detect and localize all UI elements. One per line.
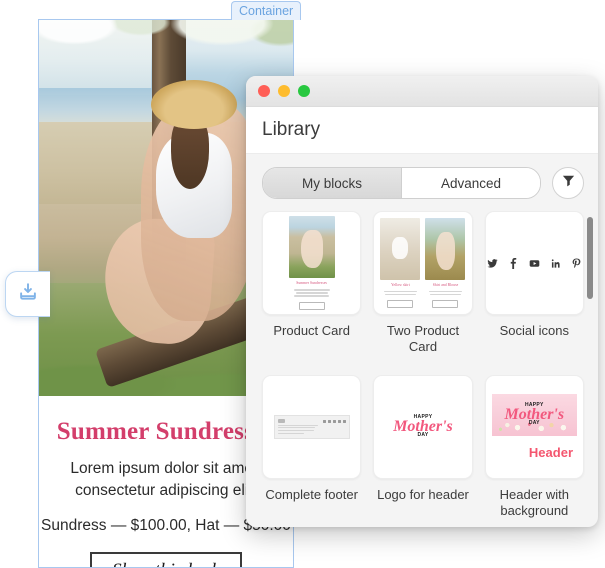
mini-product-right: Shirt and Blouse <box>425 218 466 308</box>
mini-text-lines <box>427 289 463 297</box>
page-title: Library <box>262 119 321 140</box>
header-word-label: Header <box>528 444 573 460</box>
block-item-product-card[interactable]: Summer Sundresses Product Card <box>262 211 362 367</box>
block-thumbnail[interactable] <box>262 374 362 479</box>
zoom-button[interactable] <box>298 85 310 97</box>
block-thumbnail[interactable]: HAPPY Mother's DAY <box>373 374 473 479</box>
mini-footer-social <box>322 419 346 435</box>
facebook-icon <box>508 257 519 269</box>
mini-text-lines <box>382 289 418 297</box>
block-thumbnail[interactable]: HAPPY Mother's DAY Header <box>484 374 584 479</box>
mini-photo <box>380 218 421 281</box>
linkedin-icon <box>550 258 561 269</box>
mini-heading: Shirt and Blouse <box>432 283 459 288</box>
mini-cta <box>298 301 325 310</box>
mini-footer-text <box>277 418 320 435</box>
block-item-complete-footer[interactable]: Complete footer <box>262 374 362 528</box>
block-label: Complete footer <box>265 486 358 502</box>
blocks-scroll-area[interactable]: Summer Sundresses Product Card Yellow sk… <box>246 211 598 527</box>
block-item-two-product-card[interactable]: Yellow skirt Shirt and Blouse Two Produc… <box>373 211 473 367</box>
block-label: Product Card <box>273 323 350 338</box>
mini-heading: Yellow skirt <box>391 283 410 288</box>
close-button[interactable] <box>258 85 270 97</box>
container-selection-tag[interactable]: Container <box>231 1 302 20</box>
youtube-icon <box>529 258 540 269</box>
mini-cta <box>387 299 414 308</box>
block-label: Header with background <box>499 486 570 518</box>
download-icon <box>17 281 39 308</box>
block-label: Logo for header <box>377 486 469 502</box>
mini-model-shape <box>300 230 323 269</box>
tab-advanced[interactable]: Advanced <box>402 168 540 198</box>
photo-foliage <box>39 20 293 81</box>
mini-footer-logo <box>277 418 285 423</box>
photo-lake <box>39 87 166 126</box>
mini-header-banner: HAPPY Mother's DAY <box>491 393 577 436</box>
block-label: Social icons <box>499 323 570 338</box>
block-label: Two Product Card <box>386 323 460 355</box>
block-item-header-with-background[interactable]: HAPPY Mother's DAY Header Header with ba… <box>484 374 584 528</box>
blocks-grid: Summer Sundresses Product Card Yellow sk… <box>262 211 584 527</box>
mini-model-shape <box>392 236 409 259</box>
mini-cta <box>432 299 459 308</box>
pinterest-icon <box>571 257 582 269</box>
twitter-icon <box>487 258 498 269</box>
filter-button[interactable] <box>552 167 584 199</box>
scrollbar-thumb[interactable] <box>587 217 593 299</box>
mothers-day-logo: HAPPY Mother's DAY <box>393 415 453 438</box>
mini-model-shape <box>435 231 456 271</box>
shop-this-look-button[interactable]: Shop this look <box>90 551 242 567</box>
filter-funnel-icon <box>561 173 576 193</box>
library-toolbar: My blocks Advanced <box>246 154 598 211</box>
mini-text-lines <box>292 287 332 298</box>
library-window: Library My blocks Advanced Summer Sundre… <box>246 76 598 527</box>
block-thumbnail[interactable]: Summer Sundresses <box>262 211 362 315</box>
mini-product-left: Yellow skirt <box>380 218 421 308</box>
view-tabs[interactable]: My blocks Advanced <box>262 167 541 199</box>
mini-header-block: HAPPY Mother's DAY Header <box>486 393 583 460</box>
vertical-scrollbar[interactable] <box>587 217 593 521</box>
window-header: Library <box>246 107 598 154</box>
mini-footer <box>273 414 350 439</box>
block-thumbnail[interactable]: Yellow skirt Shirt and Blouse <box>373 211 473 315</box>
block-item-social-icons[interactable]: Social icons <box>484 211 584 367</box>
download-tab-button[interactable] <box>5 271 50 317</box>
block-thumbnail[interactable] <box>484 211 584 315</box>
mini-heading: Summer Sundresses <box>296 281 328 286</box>
mini-product-card: Summer Sundresses <box>288 216 335 310</box>
mothers-day-logo: HAPPY Mother's DAY <box>505 403 565 426</box>
block-item-logo-for-header[interactable]: HAPPY Mother's DAY Logo for header <box>373 374 473 528</box>
minimize-button[interactable] <box>278 85 290 97</box>
tab-my-blocks[interactable]: My blocks <box>263 168 402 198</box>
mini-two-product-card: Yellow skirt Shirt and Blouse <box>380 218 466 308</box>
mini-photo <box>288 216 335 279</box>
social-icon-row <box>487 257 582 269</box>
photo-model-hat <box>150 80 238 130</box>
window-titlebar[interactable] <box>246 76 598 107</box>
mini-photo <box>425 218 466 281</box>
